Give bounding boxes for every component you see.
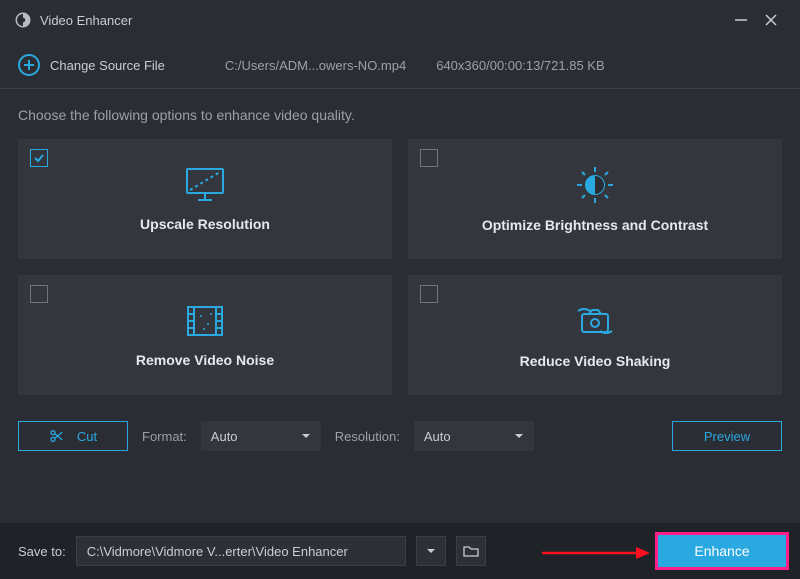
camera-shake-icon <box>572 301 618 341</box>
option-label: Remove Video Noise <box>136 352 274 368</box>
option-remove-noise[interactable]: Remove Video Noise <box>18 275 392 395</box>
format-value: Auto <box>211 429 238 444</box>
scissors-icon <box>49 428 65 444</box>
save-path-dropdown[interactable] <box>416 536 446 566</box>
option-label: Reduce Video Shaking <box>520 353 671 369</box>
enhance-options-grid: Upscale Resolution Optimize Brightness a… <box>0 133 800 395</box>
window-title: Video Enhancer <box>40 13 132 28</box>
controls-row: Cut Format: Auto Resolution: Auto Previe… <box>0 395 800 451</box>
chevron-down-icon <box>301 431 311 441</box>
annotation-arrow <box>540 543 650 563</box>
checkbox-brightness[interactable] <box>420 149 438 167</box>
format-label: Format: <box>142 429 187 444</box>
option-label: Optimize Brightness and Contrast <box>482 217 708 233</box>
save-path-field[interactable]: C:\Vidmore\Vidmore V...erter\Video Enhan… <box>76 536 406 566</box>
open-folder-button[interactable] <box>456 536 486 566</box>
option-reduce-shaking[interactable]: Reduce Video Shaking <box>408 275 782 395</box>
format-select[interactable]: Auto <box>201 421 321 451</box>
brightness-icon <box>573 165 617 205</box>
app-logo-icon <box>14 11 32 29</box>
checkbox-upscale[interactable] <box>30 149 48 167</box>
monitor-icon <box>184 166 226 204</box>
source-row: Change Source File C:/Users/ADM...owers-… <box>0 40 800 88</box>
checkbox-noise[interactable] <box>30 285 48 303</box>
add-source-button[interactable] <box>18 54 40 76</box>
chevron-down-icon <box>514 431 524 441</box>
option-upscale-resolution[interactable]: Upscale Resolution <box>18 139 392 259</box>
checkbox-shaking[interactable] <box>420 285 438 303</box>
change-source-link[interactable]: Change Source File <box>50 58 165 73</box>
source-metadata: 640x360/00:00:13/721.85 KB <box>436 58 604 73</box>
titlebar: Video Enhancer <box>0 0 800 40</box>
save-path-value: C:\Vidmore\Vidmore V...erter\Video Enhan… <box>87 544 348 559</box>
close-button[interactable] <box>756 5 786 35</box>
cut-label: Cut <box>77 429 97 444</box>
resolution-value: Auto <box>424 429 451 444</box>
enhance-button[interactable]: Enhance <box>658 535 786 567</box>
cut-button[interactable]: Cut <box>18 421 128 451</box>
instruction-text: Choose the following options to enhance … <box>0 89 800 133</box>
resolution-label: Resolution: <box>335 429 400 444</box>
option-label: Upscale Resolution <box>140 216 270 232</box>
minimize-button[interactable] <box>726 5 756 35</box>
save-to-label: Save to: <box>18 544 66 559</box>
enhance-label: Enhance <box>694 543 749 559</box>
source-path: C:/Users/ADM...owers-NO.mp4 <box>225 58 406 73</box>
preview-button[interactable]: Preview <box>672 421 782 451</box>
footer: Save to: C:\Vidmore\Vidmore V...erter\Vi… <box>0 523 800 579</box>
preview-label: Preview <box>704 429 750 444</box>
film-noise-icon <box>184 302 226 340</box>
resolution-select[interactable]: Auto <box>414 421 534 451</box>
option-brightness-contrast[interactable]: Optimize Brightness and Contrast <box>408 139 782 259</box>
